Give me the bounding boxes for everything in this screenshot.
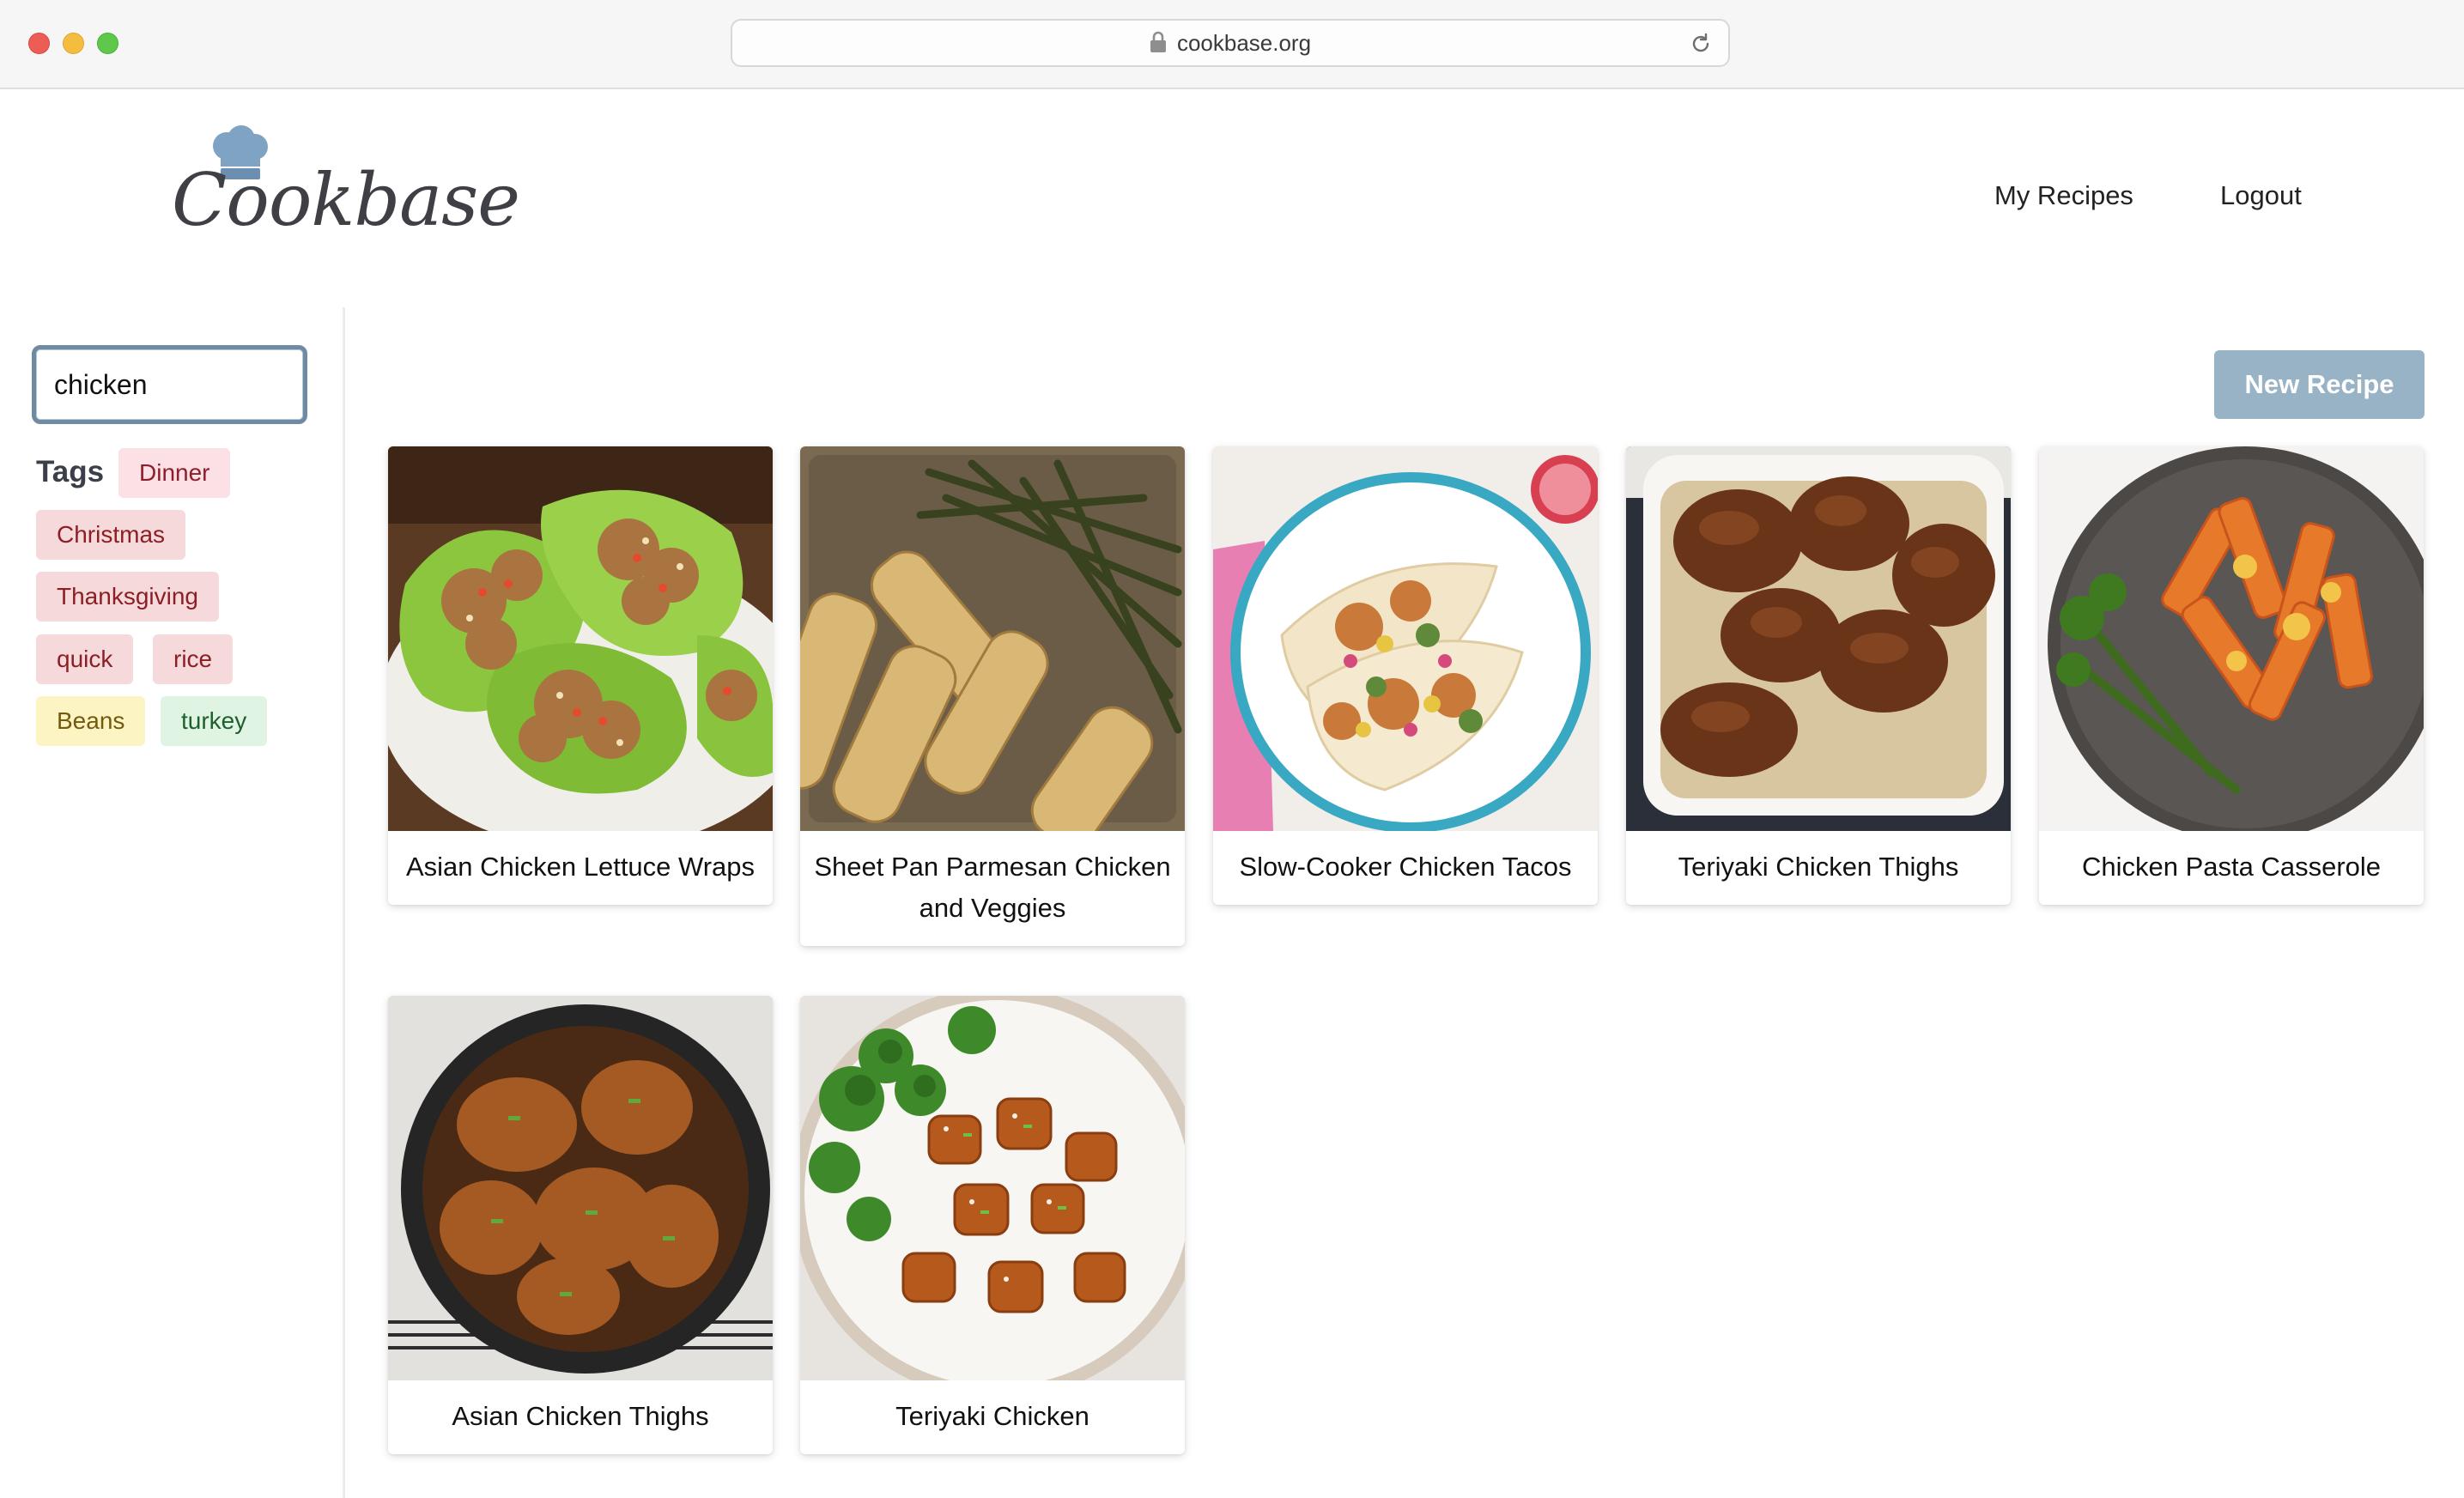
lock-icon	[1150, 31, 1166, 52]
tags-heading: Tags	[36, 455, 105, 488]
recipe-card[interactable]: Slow-Cooker Chicken Tacos	[1213, 446, 1598, 905]
tag-beans[interactable]: Beans	[36, 696, 146, 746]
browser-toolbar: cookbase.org	[0, 0, 2464, 89]
recipe-card[interactable]: Sheet Pan Parmesan Chicken and Veggies	[800, 446, 1185, 946]
recipe-card[interactable]: Asian Chicken Thighs	[388, 996, 773, 1454]
tag-dinner[interactable]: Dinner	[118, 448, 231, 498]
tag-thanksgiving[interactable]: Thanksgiving	[36, 572, 219, 622]
recipe-title: Asian Chicken Thighs	[452, 1401, 709, 1431]
address-bar-url: cookbase.org	[1176, 29, 1312, 56]
close-window-button[interactable]	[28, 33, 50, 54]
logo-text: Cookbase	[172, 158, 520, 242]
recipe-title: Sheet Pan Parmesan Chicken and Veggies	[814, 852, 1171, 923]
recipe-card[interactable]: Asian Chicken Lettuce Wraps	[388, 446, 773, 905]
tag-christmas[interactable]: Christmas	[36, 510, 186, 560]
recipe-card[interactable]: Teriyaki Chicken Thighs	[1626, 446, 2011, 905]
recipe-title: Slow-Cooker Chicken Tacos	[1239, 852, 1572, 882]
recipe-image-teriyaki-thighs	[1626, 446, 2011, 831]
tag-quick[interactable]: quick	[36, 634, 134, 684]
reload-icon[interactable]	[1689, 32, 1713, 56]
tag-rice[interactable]: rice	[153, 634, 234, 684]
cookbase-logo[interactable]: Cookbase	[172, 125, 520, 246]
recipe-image-lettuce-wraps	[388, 446, 773, 831]
recipe-card[interactable]: Chicken Pasta Casserole	[2039, 446, 2424, 905]
minimize-window-button[interactable]	[63, 33, 84, 54]
search-input[interactable]	[32, 345, 307, 424]
recipe-image-sheet-pan-chicken	[800, 446, 1185, 831]
recipe-image-asian-thighs	[388, 996, 773, 1380]
recipe-image-teriyaki-chicken	[800, 996, 1185, 1380]
my-recipes-link[interactable]: My Recipes	[1994, 180, 2133, 211]
recipe-card[interactable]: Teriyaki Chicken	[800, 996, 1185, 1454]
zoom-window-button[interactable]	[97, 33, 118, 54]
recipe-title: Teriyaki Chicken	[895, 1401, 1089, 1431]
recipe-title: Teriyaki Chicken Thighs	[1678, 852, 1959, 882]
sidebar-divider	[343, 307, 345, 1498]
recipe-title: Chicken Pasta Casserole	[2081, 852, 2382, 882]
new-recipe-button[interactable]: New Recipe	[2214, 350, 2425, 419]
recipe-image-chicken-tacos	[1213, 446, 1598, 831]
recipe-image-pasta-casserole	[2039, 446, 2424, 831]
tag-turkey[interactable]: turkey	[161, 696, 268, 746]
logout-link[interactable]: Logout	[2220, 180, 2302, 211]
recipe-title: Asian Chicken Lettuce Wraps	[405, 852, 756, 882]
address-bar[interactable]: cookbase.org	[731, 19, 1730, 67]
